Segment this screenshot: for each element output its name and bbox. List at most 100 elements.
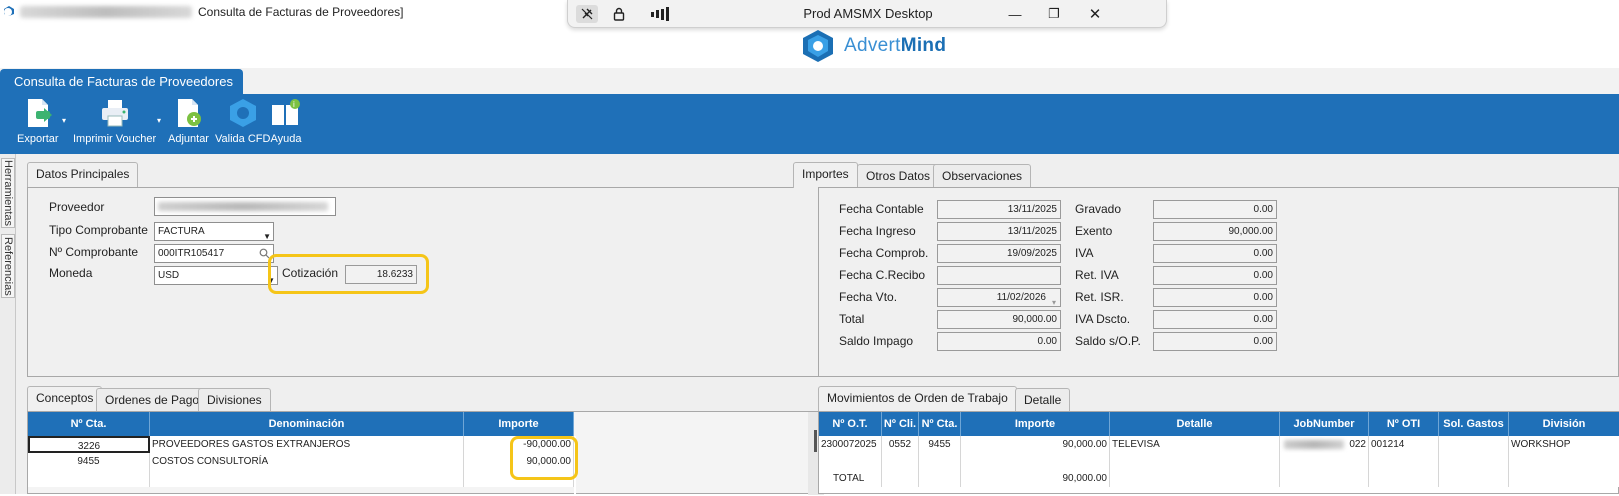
importe-right-field[interactable]: 0.00 xyxy=(1153,332,1277,351)
cell-detalle[interactable]: TELEVISA xyxy=(1110,436,1280,453)
logo-text-advert: Advert xyxy=(844,35,901,56)
importe-left-field[interactable]: 90,000.00 xyxy=(937,310,1061,329)
numero-comprobante-value: 000ITR105417 xyxy=(158,248,225,259)
help-label: Ayuda xyxy=(270,133,302,145)
side-tab-referencias[interactable]: Referencias xyxy=(1,234,15,298)
tab-ordenes-de-pago[interactable]: Ordenes de Pago xyxy=(96,388,209,412)
total-row: TOTAL 90,000.00 xyxy=(819,470,1619,487)
tab-importes[interactable]: Importes xyxy=(793,162,858,188)
restore-button[interactable]: ❐ xyxy=(1043,5,1065,23)
validate-cfd-label: Valida CFD xyxy=(215,133,271,145)
proveedor-field[interactable] xyxy=(154,197,336,216)
help-button[interactable]: i Ayuda xyxy=(270,97,302,145)
validate-cfd-button[interactable]: Valida CFD xyxy=(215,97,270,145)
attach-button[interactable]: Adjuntar xyxy=(168,97,209,145)
table-row[interactable]: 3226 PROVEEDORES GASTOS EXTRANJEROS -90,00… xyxy=(28,436,574,453)
tab-observaciones[interactable]: Observaciones xyxy=(933,164,1032,188)
importe-left-field[interactable]: 0.00 xyxy=(937,332,1061,351)
cell-jobnumber[interactable]: 022 xyxy=(1280,436,1369,453)
tipo-comprobante-select[interactable]: FACTURA ▼ xyxy=(154,222,274,241)
tab-divisiones[interactable]: Divisiones xyxy=(198,388,271,412)
tab-datos-principales[interactable]: Datos Principales xyxy=(27,162,139,188)
cell-denominacion[interactable]: PROVEEDORES GASTOS EXTRANJEROS xyxy=(150,436,464,453)
attach-label: Adjuntar xyxy=(168,133,209,145)
minimize-button[interactable]: — xyxy=(1004,5,1026,23)
header-num-cta[interactable]: Nº Cta. xyxy=(919,412,961,436)
svg-text:i: i xyxy=(293,100,295,109)
help-book-icon: i xyxy=(272,99,300,125)
tab-detalle[interactable]: Detalle xyxy=(1015,388,1071,412)
cell-denominacion[interactable]: COSTOS CONSULTORÍA xyxy=(150,453,464,470)
export-dropdown-caret[interactable]: ▾ xyxy=(62,116,66,125)
header-detalle[interactable]: Detalle xyxy=(1110,412,1280,436)
header-division[interactable]: División xyxy=(1509,412,1619,436)
table-row[interactable]: 9455 COSTOS CONSULTORÍA 90,000.00 xyxy=(28,453,574,470)
importe-left-field[interactable]: 11/02/2026 ▾ xyxy=(937,288,1061,307)
cell-num-cli[interactable]: 0552 xyxy=(882,436,919,453)
header-num-oti[interactable]: Nº OTI xyxy=(1369,412,1439,436)
cell-sol-gastos[interactable] xyxy=(1439,436,1509,453)
importe-right-field[interactable]: 0.00 xyxy=(1153,200,1277,219)
cell-num-oti[interactable]: 001214 xyxy=(1369,436,1439,453)
movimientos-grid-header: Nº O.T. Nº Cli. Nº Cta. Importe Detalle … xyxy=(819,412,1619,436)
table-row[interactable]: 2300072025 0552 9455 90,000.00 TELEVISA 022 00… xyxy=(819,436,1619,453)
tab-movimientos-orden-trabajo[interactable]: Movimientos de Orden de Trabajo xyxy=(818,386,1017,412)
moneda-select[interactable]: USD ▼ xyxy=(154,266,278,285)
signal-strength-icon[interactable] xyxy=(648,5,674,23)
blurred-company-name xyxy=(20,6,192,18)
cell-num-cta[interactable]: 9455 xyxy=(28,453,150,470)
importe-right-field[interactable]: 90,000.00 xyxy=(1153,222,1277,241)
print-voucher-button[interactable]: Imprimir Voucher xyxy=(73,97,156,145)
header-importe[interactable]: Importe xyxy=(464,412,574,436)
importe-right-label: Ret. ISR. xyxy=(1075,290,1124,304)
close-button[interactable]: ✕ xyxy=(1084,5,1106,23)
importe-left-field[interactable]: 19/09/2025 xyxy=(937,244,1061,263)
header-importe[interactable]: Importe xyxy=(961,412,1110,436)
importe-left-label: Fecha Contable xyxy=(839,202,924,216)
header-denominacion[interactable]: Denominación xyxy=(150,412,464,436)
importe-left-field[interactable]: 13/11/2025 xyxy=(937,200,1061,219)
importe-right-field[interactable]: 0.00 xyxy=(1153,288,1277,307)
chevron-down-icon[interactable]: ▾ xyxy=(1052,294,1056,306)
chevron-down-icon: ▼ xyxy=(263,232,271,241)
cell-division[interactable]: WORKSHOP xyxy=(1509,436,1619,453)
side-tab-herramientas[interactable]: Herramientas xyxy=(1,158,15,228)
export-icon xyxy=(27,99,52,127)
scrollbar-thumb[interactable] xyxy=(814,430,817,452)
importe-right-label: Saldo s/O.P. xyxy=(1075,334,1141,348)
importe-highlight xyxy=(510,436,578,480)
cell-num-cta[interactable]: 3226 xyxy=(28,436,150,453)
numero-comprobante-field[interactable]: 000ITR105417 xyxy=(154,244,274,263)
lock-icon[interactable] xyxy=(608,5,630,23)
cell-num-ot[interactable]: 2300072025 xyxy=(819,436,882,453)
cell-importe[interactable]: 90,000.00 xyxy=(961,436,1110,453)
header-jobnumber[interactable]: JobNumber xyxy=(1280,412,1369,436)
pin-icon[interactable] xyxy=(576,5,598,23)
importe-right-field[interactable]: 0.00 xyxy=(1153,244,1277,263)
header-num-cli[interactable]: Nº Cli. xyxy=(882,412,919,436)
moneda-value: USD xyxy=(158,270,180,281)
document-tab[interactable]: Consulta de Facturas de Proveedores xyxy=(0,69,243,94)
header-sol-gastos[interactable]: Sol. Gastos xyxy=(1439,412,1509,436)
importe-left-field[interactable] xyxy=(937,266,1061,285)
tab-conceptos[interactable]: Conceptos xyxy=(27,386,103,412)
header-num-cta[interactable]: Nº Cta. xyxy=(28,412,150,436)
print-dropdown-caret[interactable]: ▾ xyxy=(157,116,161,125)
header-num-ot[interactable]: Nº O.T. xyxy=(819,412,882,436)
cotizacion-highlight xyxy=(268,254,429,294)
cell-num-cta[interactable]: 9455 xyxy=(919,436,961,453)
importe-right-label: IVA Dscto. xyxy=(1075,312,1131,326)
tab-otros-datos[interactable]: Otros Datos xyxy=(857,164,940,188)
export-button[interactable]: Exportar xyxy=(17,97,59,145)
numero-comprobante-label: Nº Comprobante xyxy=(49,245,139,259)
importe-right-field[interactable]: 0.00 xyxy=(1153,266,1277,285)
importe-left-field[interactable]: 13/11/2025 xyxy=(937,222,1061,241)
conceptos-grid-body: 3226 PROVEEDORES GASTOS EXTRANJEROS -90,00… xyxy=(28,436,574,487)
total-empty-cell xyxy=(1509,470,1619,487)
total-empty-cell xyxy=(1439,470,1509,487)
total-empty-cell xyxy=(919,470,961,487)
side-tab-strip: Herramientas Referencias xyxy=(0,154,16,494)
total-empty-cell xyxy=(1280,470,1369,487)
importe-right-field[interactable]: 0.00 xyxy=(1153,310,1277,329)
importe-left-label: Fecha Comprob. xyxy=(839,246,929,260)
